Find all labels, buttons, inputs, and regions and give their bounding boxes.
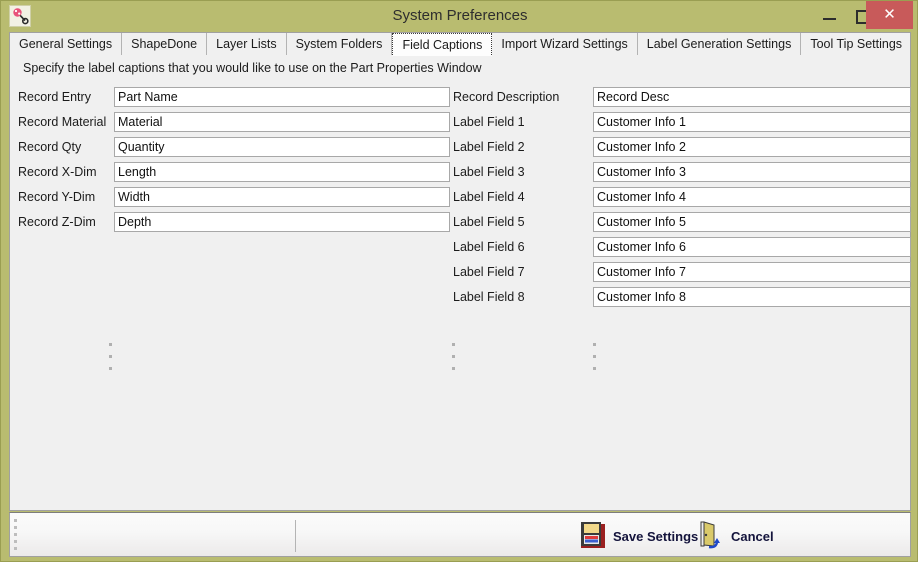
field-input-record-y-dim[interactable]	[114, 187, 450, 207]
close-icon: ✕	[883, 6, 896, 23]
field-label-record-z-dim: Record Z-Dim	[18, 215, 96, 229]
exit-door-icon	[698, 520, 724, 552]
floppy-disk-save-icon	[580, 521, 606, 551]
field-row: Label Field 3	[453, 162, 911, 184]
field-input-label-field-3[interactable]	[593, 162, 911, 182]
field-row: Record Y-Dim	[18, 187, 450, 209]
status-bar: Save Settings Cancel	[9, 512, 911, 557]
tab-content-field-captions: Specify the label captions that you woul…	[9, 56, 911, 511]
tab-import-wizard-settings[interactable]: Import Wizard Settings	[492, 33, 638, 55]
field-row: Label Field 6	[453, 237, 911, 259]
field-input-record-description[interactable]	[593, 87, 911, 107]
field-row: Record Z-Dim	[18, 212, 450, 234]
field-row: Record Description	[453, 87, 911, 109]
layout-grip-dots-middle	[452, 343, 456, 379]
field-label-label-field-5: Label Field 5	[453, 215, 525, 229]
field-input-label-field-8[interactable]	[593, 287, 911, 307]
tab-layer-lists[interactable]: Layer Lists	[207, 33, 287, 55]
field-row: Record X-Dim	[18, 162, 450, 184]
field-row: Label Field 1	[453, 112, 911, 134]
layout-grip-dots-left	[109, 343, 113, 379]
field-row: Record Material	[18, 112, 450, 134]
tab-general-settings[interactable]: General Settings	[10, 33, 123, 55]
system-preferences-window: System Preferences ✕ General Settings Sha…	[0, 0, 918, 562]
field-input-label-field-6[interactable]	[593, 237, 911, 257]
cancel-button[interactable]: Cancel	[698, 520, 774, 552]
field-row: Label Field 5	[453, 212, 911, 234]
field-input-label-field-2[interactable]	[593, 137, 911, 157]
minimize-button[interactable]	[813, 1, 845, 29]
field-row: Record Entry	[18, 87, 450, 109]
field-label-label-field-6: Label Field 6	[453, 240, 525, 254]
field-label-label-field-3: Label Field 3	[453, 165, 525, 179]
field-row: Label Field 8	[453, 287, 911, 309]
status-separator	[295, 520, 296, 552]
field-label-label-field-8: Label Field 8	[453, 290, 525, 304]
field-input-record-x-dim[interactable]	[114, 162, 450, 182]
close-button[interactable]: ✕	[866, 1, 913, 29]
cancel-label: Cancel	[731, 528, 774, 544]
instruction-text: Specify the label captions that you woul…	[23, 61, 482, 75]
layout-grip-dots-right	[593, 343, 597, 379]
field-label-record-x-dim: Record X-Dim	[18, 165, 97, 179]
tab-system-folders[interactable]: System Folders	[286, 33, 393, 55]
field-label-record-material: Record Material	[18, 115, 107, 129]
field-input-label-field-4[interactable]	[593, 187, 911, 207]
field-input-label-field-5[interactable]	[593, 212, 911, 232]
tab-label-generation-settings[interactable]: Label Generation Settings	[637, 33, 802, 55]
field-label-label-field-2: Label Field 2	[453, 140, 525, 154]
field-label-record-qty: Record Qty	[18, 140, 82, 154]
save-settings-button[interactable]: Save Settings	[580, 521, 698, 551]
field-row: Label Field 4	[453, 187, 911, 209]
tab-field-captions[interactable]: Field Captions	[392, 33, 493, 56]
field-label-label-field-1: Label Field 1	[453, 115, 525, 129]
field-input-label-field-1[interactable]	[593, 112, 911, 132]
field-label-record-y-dim: Record Y-Dim	[18, 190, 96, 204]
tab-tool-tip-settings[interactable]: Tool Tip Settings	[801, 33, 910, 55]
field-input-record-entry[interactable]	[114, 87, 450, 107]
field-row: Label Field 2	[453, 137, 911, 159]
field-label-record-entry: Record Entry	[18, 90, 91, 104]
tab-strip: General Settings ShapeDone Layer Lists Syst…	[9, 32, 911, 56]
field-input-record-material[interactable]	[114, 112, 450, 132]
field-row: Record Qty	[18, 137, 450, 159]
save-settings-label: Save Settings	[613, 528, 699, 544]
title-bar: System Preferences ✕	[1, 1, 917, 31]
field-input-record-qty[interactable]	[114, 137, 450, 157]
field-input-label-field-7[interactable]	[593, 262, 911, 282]
tab-shapedone[interactable]: ShapeDone	[122, 33, 208, 55]
window-title: System Preferences	[392, 7, 528, 24]
field-input-record-z-dim[interactable]	[114, 212, 450, 232]
field-row: Label Field 7	[453, 262, 911, 284]
status-grip-handle	[14, 519, 18, 554]
field-label-record-description: Record Description	[453, 90, 560, 104]
field-label-label-field-7: Label Field 7	[453, 265, 525, 279]
field-label-label-field-4: Label Field 4	[453, 190, 525, 204]
minimize-icon	[823, 18, 836, 20]
